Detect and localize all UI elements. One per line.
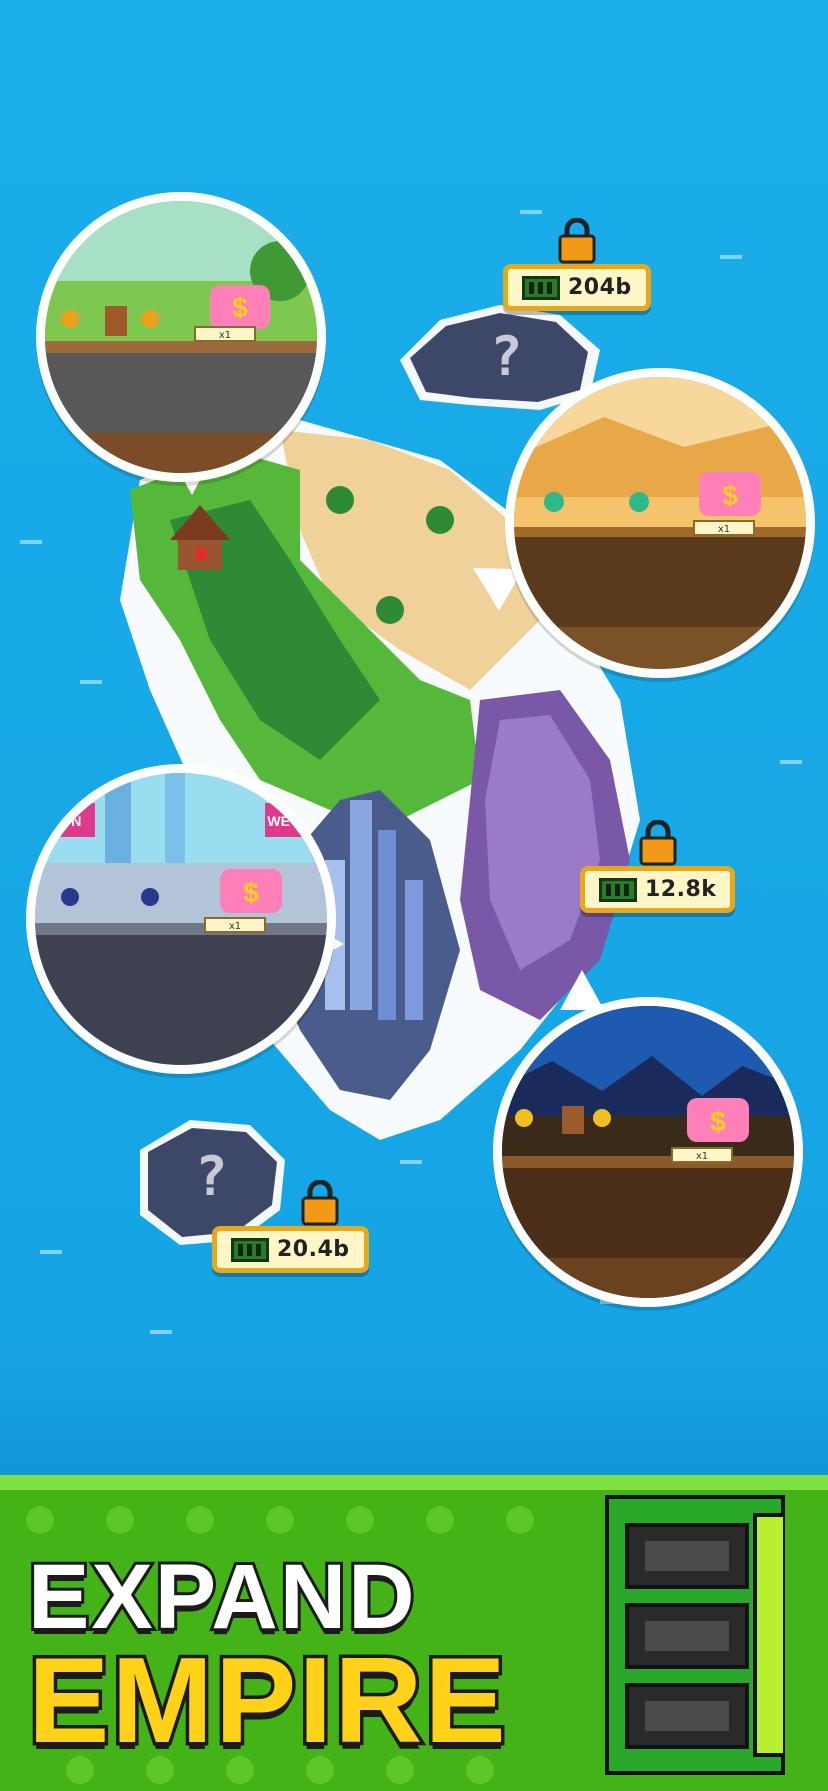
desert-level-preview: $ x1: [514, 377, 806, 669]
svg-text:$: $: [232, 292, 248, 323]
padlock-icon: [558, 218, 596, 264]
preview-bubble-cave[interactable]: $ x1: [493, 997, 803, 1307]
banner-title-line2: EMPIRE: [25, 1629, 510, 1772]
padlock-icon: [301, 1180, 339, 1226]
unknown-mark-north: ?: [490, 325, 523, 388]
unlock-price-east: 12.8k: [580, 866, 736, 913]
ram-chip-icon: [522, 275, 560, 300]
bubble-badge-cave: x1: [696, 1151, 708, 1162]
lock-north[interactable]: 204b: [503, 218, 651, 311]
svg-text:$: $: [243, 877, 259, 908]
bubble-badge-city: x1: [229, 921, 241, 932]
preview-bubble-city[interactable]: 3 ON WE ELO $ x1: [26, 764, 336, 1074]
ram-chip-icon-large: [605, 1495, 785, 1775]
unlock-price-south: 20.4b: [212, 1226, 369, 1273]
unlock-price-north: 204b: [503, 264, 651, 311]
svg-text:$: $: [710, 1106, 726, 1137]
padlock-icon: [639, 820, 677, 866]
price-value: 20.4b: [277, 1237, 350, 1262]
ram-chip-icon: [231, 1237, 269, 1262]
preview-bubble-desert[interactable]: $ x1: [505, 368, 815, 678]
bubble-badge-forest: x1: [219, 330, 231, 341]
svg-text:$: $: [722, 480, 738, 511]
bubble-tail-cave: [560, 970, 604, 1010]
bubble-badge-desert: x1: [718, 524, 730, 535]
forest-level-preview: $ x1: [45, 201, 317, 473]
price-value: 12.8k: [645, 877, 717, 902]
lock-east[interactable]: 12.8k: [580, 820, 736, 913]
lock-south[interactable]: 20.4b: [212, 1180, 369, 1273]
price-value: 204b: [568, 275, 632, 300]
preview-bubble-forest[interactable]: $ x1: [36, 192, 326, 482]
cave-level-preview: $ x1: [502, 1006, 794, 1298]
ram-chip-icon: [599, 877, 637, 902]
city-level-preview: 3 ON WE ELO $ x1: [35, 773, 327, 1065]
